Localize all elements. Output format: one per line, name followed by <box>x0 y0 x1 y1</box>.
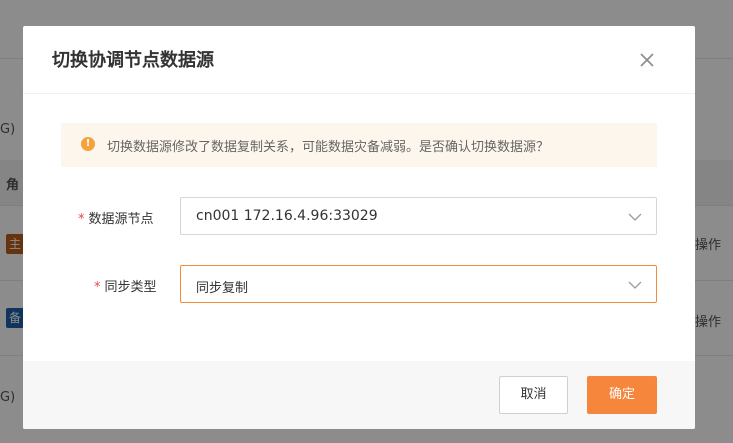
select-value: cn001 172.16.4.96:33029 <box>196 208 378 224</box>
warning-icon: ! <box>81 137 95 151</box>
dialog-title: 切换协调节点数据源 <box>52 50 214 71</box>
sync-type-label: * 同步类型 <box>94 276 157 295</box>
cancel-button[interactable]: 取消 <box>499 376 568 414</box>
warning-text: 切换数据源修改了数据复制关系，可能数据灾备减弱。是否确认切换数据源？ <box>107 140 550 155</box>
field-label-text: 同步类型 <box>104 280 157 295</box>
dialog-footer: 取消 确定 <box>23 361 695 429</box>
confirm-button[interactable]: 确定 <box>587 376 657 414</box>
datasource-node-select[interactable]: cn001 172.16.4.96:33029 <box>180 197 657 235</box>
dialog-header: 切换协调节点数据源 <box>23 26 695 94</box>
datasource-node-label: * 数据源节点 <box>78 208 154 227</box>
warning-alert: ! 切换数据源修改了数据复制关系，可能数据灾备减弱。是否确认切换数据源？ <box>61 123 657 167</box>
sync-type-select[interactable]: 同步复制 <box>180 265 657 303</box>
select-value: 同步复制 <box>196 281 249 296</box>
required-mark: * <box>94 280 101 295</box>
required-mark: * <box>78 212 85 227</box>
close-icon[interactable] <box>637 50 657 70</box>
switch-datasource-dialog: 切换协调节点数据源 ! 切换数据源修改了数据复制关系，可能数据灾备减弱。是否确认… <box>23 26 695 429</box>
chevron-down-icon <box>628 213 642 221</box>
chevron-down-icon <box>628 281 642 289</box>
field-label-text: 数据源节点 <box>88 212 154 227</box>
